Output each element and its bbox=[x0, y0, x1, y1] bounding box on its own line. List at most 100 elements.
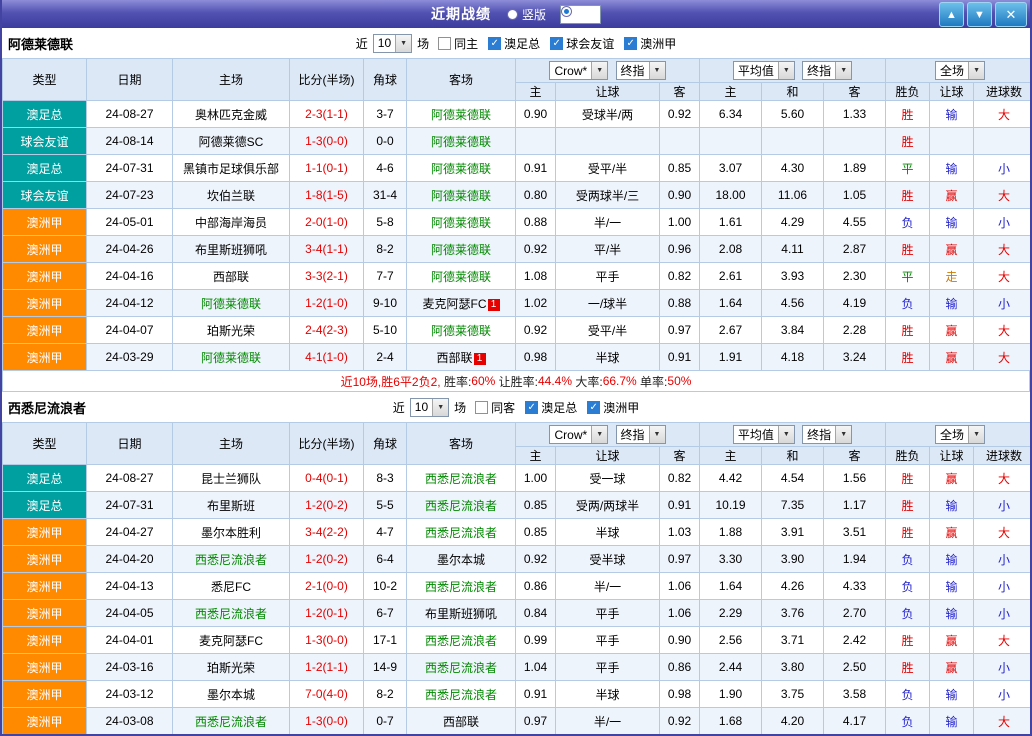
home-team-name[interactable]: 悉尼FC bbox=[211, 580, 251, 594]
home-team-name[interactable]: 阿德莱德联 bbox=[201, 351, 261, 365]
radio-icon[interactable] bbox=[507, 9, 518, 20]
avg-stage-value: 终指 bbox=[803, 62, 835, 79]
average-select[interactable]: 平均值▼ bbox=[733, 61, 795, 80]
away-team-cell: 西悉尼流浪者 bbox=[407, 492, 516, 519]
away-team-name[interactable]: 阿德莱德联 bbox=[431, 270, 491, 284]
home-team-name[interactable]: 阿德莱德联 bbox=[201, 297, 261, 311]
home-team-name[interactable]: 中部海岸海员 bbox=[195, 216, 267, 230]
checkbox-icon[interactable]: ✓ bbox=[550, 37, 563, 50]
filter-checkbox-1[interactable]: ✓澳足总 bbox=[525, 399, 577, 416]
home-team-name[interactable]: 麦克阿瑟FC bbox=[199, 634, 263, 648]
filter-checkbox-1[interactable]: ✓澳足总 bbox=[488, 35, 540, 52]
filter-bar: 近 10▼ 场 同客✓澳足总✓澳洲甲 bbox=[393, 398, 639, 417]
home-team-name[interactable]: 西悉尼流浪者 bbox=[195, 607, 267, 621]
avg-home-odds: 1.91 bbox=[700, 344, 762, 371]
match-score: 1-3(0-0) bbox=[290, 627, 364, 654]
away-team-name[interactable]: 西部联 bbox=[443, 715, 479, 729]
crow-home-odds: 0.97 bbox=[516, 708, 556, 735]
radio-icon[interactable] bbox=[561, 6, 572, 17]
away-team-name[interactable]: 阿德莱德联 bbox=[431, 189, 491, 203]
away-team-name[interactable]: 西悉尼流浪者 bbox=[425, 634, 497, 648]
match-date: 24-04-27 bbox=[87, 519, 173, 546]
odds-stage-select[interactable]: 终指▼ bbox=[616, 425, 666, 444]
filter-checkbox-2[interactable]: ✓球会友谊 bbox=[550, 35, 614, 52]
filter-checkbox-2[interactable]: ✓澳洲甲 bbox=[587, 399, 639, 416]
corner-count: 6-7 bbox=[364, 600, 407, 627]
checkbox-icon[interactable]: ✓ bbox=[624, 37, 637, 50]
away-team-name[interactable]: 阿德莱德联 bbox=[431, 243, 491, 257]
away-team-name[interactable]: 西悉尼流浪者 bbox=[425, 580, 497, 594]
away-team-name[interactable]: 西部联 bbox=[436, 351, 472, 365]
checkbox-icon[interactable]: ✓ bbox=[525, 401, 538, 414]
col-header-corners: 角球 bbox=[364, 423, 407, 465]
match-count-select[interactable]: 10▼ bbox=[373, 34, 412, 53]
section-header: 西悉尼流浪者 近 10▼ 场 同客✓澳足总✓澳洲甲 bbox=[2, 392, 1030, 422]
home-team-name[interactable]: 珀斯光荣 bbox=[207, 324, 255, 338]
away-team-name[interactable]: 布里斯班狮吼 bbox=[425, 607, 497, 621]
crow-away-odds: 0.88 bbox=[660, 290, 700, 317]
match-score: 1-2(0-2) bbox=[290, 546, 364, 573]
home-team-name[interactable]: 珀斯光荣 bbox=[207, 661, 255, 675]
result-goals: 大 bbox=[974, 344, 1032, 371]
subcol-result-goals: 进球数 bbox=[974, 83, 1032, 101]
crow-handicap-line: 半球 bbox=[556, 519, 660, 546]
away-team-name[interactable]: 阿德莱德联 bbox=[431, 135, 491, 149]
average-select[interactable]: 平均值▼ bbox=[733, 425, 795, 444]
away-team-name[interactable]: 麦克阿瑟FC bbox=[423, 297, 487, 311]
home-team-name[interactable]: 奥林匹克金威 bbox=[195, 108, 267, 122]
home-team-name[interactable]: 黑镇市足球俱乐部 bbox=[183, 162, 279, 176]
avg-stage-select[interactable]: 终指▼ bbox=[802, 425, 852, 444]
away-team-name[interactable]: 西悉尼流浪者 bbox=[425, 661, 497, 675]
avg-draw-odds: 3.71 bbox=[762, 627, 824, 654]
filter-checkbox-3[interactable]: ✓澳洲甲 bbox=[624, 35, 676, 52]
away-team-name[interactable]: 阿德莱德联 bbox=[431, 324, 491, 338]
close-button[interactable]: ✕ bbox=[995, 2, 1027, 27]
home-team-name[interactable]: 西悉尼流浪者 bbox=[195, 715, 267, 729]
home-team-name[interactable]: 西悉尼流浪者 bbox=[195, 553, 267, 567]
away-team-name[interactable]: 墨尔本城 bbox=[437, 553, 485, 567]
home-team-name[interactable]: 墨尔本城 bbox=[207, 688, 255, 702]
filter-checkbox-0[interactable]: 同主 bbox=[438, 35, 478, 52]
odds-stage-select[interactable]: 终指▼ bbox=[616, 61, 666, 80]
avg-draw-odds bbox=[762, 128, 824, 155]
match-count-select[interactable]: 10▼ bbox=[410, 398, 449, 417]
layout-radio-0[interactable]: 竖版 bbox=[507, 6, 546, 23]
match-score: 1-3(0-0) bbox=[290, 708, 364, 735]
home-team-name[interactable]: 坎伯兰联 bbox=[207, 189, 255, 203]
away-team-name[interactable]: 阿德莱德联 bbox=[431, 108, 491, 122]
filter-checkbox-0[interactable]: 同客 bbox=[475, 399, 515, 416]
checkbox-icon[interactable] bbox=[438, 37, 451, 50]
radio-label: 竖版 bbox=[522, 6, 546, 23]
scroll-up-button[interactable]: ▲ bbox=[939, 2, 964, 27]
period-select[interactable]: 全场▼ bbox=[935, 425, 985, 444]
crow-handicap-line: 半/一 bbox=[556, 209, 660, 236]
checkbox-label: 同客 bbox=[491, 399, 515, 416]
match-score: 3-4(2-2) bbox=[290, 519, 364, 546]
checkbox-icon[interactable]: ✓ bbox=[488, 37, 501, 50]
home-team-name[interactable]: 昆士兰狮队 bbox=[201, 472, 261, 486]
chevron-down-icon: ▼ bbox=[835, 426, 851, 443]
match-count-value: 10 bbox=[374, 35, 395, 52]
checkbox-icon[interactable]: ✓ bbox=[587, 401, 600, 414]
away-team-name[interactable]: 阿德莱德联 bbox=[431, 162, 491, 176]
away-team-name[interactable]: 西悉尼流浪者 bbox=[425, 499, 497, 513]
layout-radio-1[interactable]: 横版 bbox=[560, 5, 601, 24]
home-team-name[interactable]: 布里斯班狮吼 bbox=[195, 243, 267, 257]
away-team-name[interactable]: 阿德莱德联 bbox=[431, 216, 491, 230]
bookmaker-select[interactable]: Crow*▼ bbox=[549, 61, 608, 80]
home-team-name[interactable]: 西部联 bbox=[213, 270, 249, 284]
result-goals: 小 bbox=[974, 155, 1032, 182]
home-team-name[interactable]: 阿德莱德SC bbox=[199, 135, 264, 149]
subcol-avg-home: 主 bbox=[700, 447, 762, 465]
away-team-name[interactable]: 西悉尼流浪者 bbox=[425, 688, 497, 702]
home-team-name[interactable]: 布里斯班 bbox=[207, 499, 255, 513]
away-team-name[interactable]: 西悉尼流浪者 bbox=[425, 526, 497, 540]
away-team-name[interactable]: 西悉尼流浪者 bbox=[425, 472, 497, 486]
bookmaker-select[interactable]: Crow*▼ bbox=[549, 425, 608, 444]
avg-stage-select[interactable]: 终指▼ bbox=[802, 61, 852, 80]
period-select[interactable]: 全场▼ bbox=[935, 61, 985, 80]
home-team-name[interactable]: 墨尔本胜利 bbox=[201, 526, 261, 540]
checkbox-icon[interactable] bbox=[475, 401, 488, 414]
scroll-down-button[interactable]: ▼ bbox=[967, 2, 992, 27]
result-handicap: 输 bbox=[930, 209, 974, 236]
